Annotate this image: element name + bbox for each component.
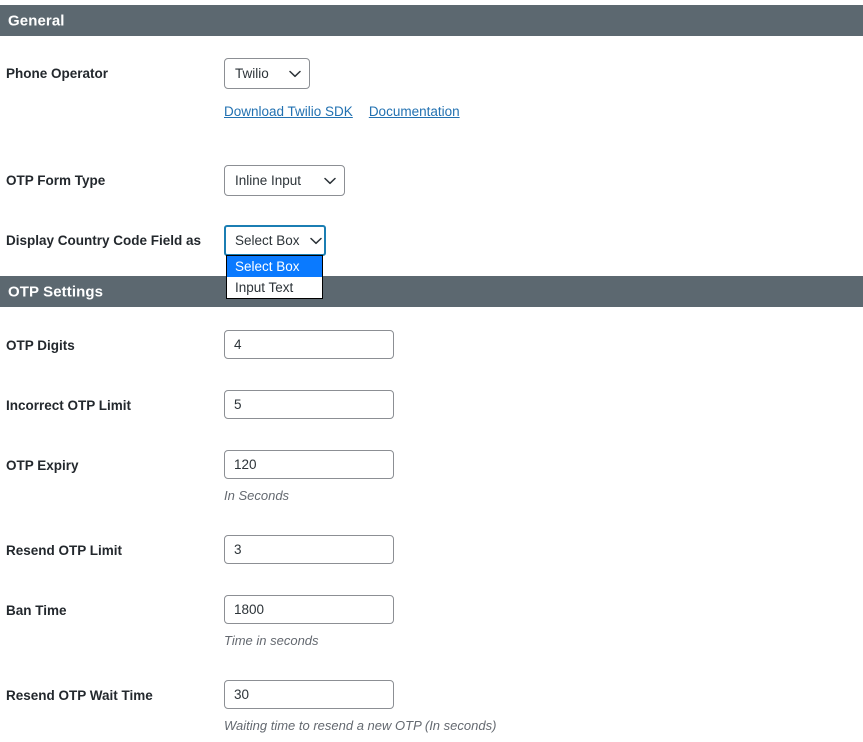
label-ban-time: Ban Time bbox=[6, 603, 67, 618]
phone-operator-select-value: Twilio bbox=[235, 66, 269, 81]
twilio-links: Download Twilio SDK Documentation bbox=[224, 104, 460, 119]
form-row-phone-operator: Phone Operator Twilio bbox=[0, 58, 863, 90]
section-header-general: General bbox=[0, 5, 863, 36]
hint-otp-expiry: In Seconds bbox=[224, 488, 290, 503]
otp-expiry-input[interactable] bbox=[224, 450, 394, 479]
option-input-text[interactable]: Input Text bbox=[227, 277, 322, 298]
form-row-otp-digits: OTP Digits bbox=[0, 330, 863, 360]
form-row-incorrect-otp-limit: Incorrect OTP Limit bbox=[0, 390, 863, 420]
label-incorrect-otp-limit: Incorrect OTP Limit bbox=[6, 398, 132, 413]
country-code-field-select-value: Select Box bbox=[235, 233, 300, 248]
form-row-otp-form-type: OTP Form Type Inline Input bbox=[0, 165, 863, 197]
chevron-down-icon bbox=[279, 70, 301, 78]
incorrect-otp-limit-input[interactable] bbox=[224, 390, 394, 419]
label-otp-form-type: OTP Form Type bbox=[6, 173, 106, 188]
link-documentation[interactable]: Documentation bbox=[369, 104, 460, 119]
hint-resend-otp-wait-time: Waiting time to resend a new OTP (In sec… bbox=[224, 718, 497, 733]
label-otp-digits: OTP Digits bbox=[6, 338, 75, 353]
label-country-code-field: Display Country Code Field as bbox=[6, 233, 202, 248]
section-header-otp-settings: OTP Settings bbox=[0, 276, 863, 307]
form-row-country-code-field: Display Country Code Field as Select Box bbox=[0, 225, 863, 257]
form-row-resend-otp-limit: Resend OTP Limit bbox=[0, 535, 863, 565]
ban-time-input[interactable] bbox=[224, 595, 394, 624]
label-resend-otp-limit: Resend OTP Limit bbox=[6, 543, 123, 558]
hint-ban-time: Time in seconds bbox=[224, 633, 319, 648]
section-title-general: General bbox=[8, 12, 65, 29]
chevron-down-icon bbox=[314, 177, 336, 185]
settings-page: General Phone Operator Twilio Download T… bbox=[0, 0, 863, 742]
resend-otp-limit-input[interactable] bbox=[224, 535, 394, 564]
form-row-ban-time: Ban Time bbox=[0, 595, 863, 625]
resend-otp-wait-time-input[interactable] bbox=[224, 680, 394, 709]
label-resend-otp-wait-time: Resend OTP Wait Time bbox=[6, 688, 153, 703]
otp-form-type-select[interactable]: Inline Input bbox=[224, 165, 345, 196]
form-row-otp-expiry: OTP Expiry bbox=[0, 450, 863, 480]
country-code-field-select[interactable]: Select Box bbox=[224, 225, 326, 256]
link-download-twilio-sdk[interactable]: Download Twilio SDK bbox=[224, 104, 353, 119]
label-otp-expiry: OTP Expiry bbox=[6, 458, 79, 473]
country-code-field-option-list[interactable]: Select Box Input Text bbox=[226, 255, 323, 299]
phone-operator-select[interactable]: Twilio bbox=[224, 58, 310, 89]
chevron-down-icon bbox=[300, 237, 322, 245]
option-select-box[interactable]: Select Box bbox=[227, 256, 322, 277]
label-phone-operator: Phone Operator bbox=[6, 66, 109, 81]
otp-digits-input[interactable] bbox=[224, 330, 394, 359]
otp-form-type-select-value: Inline Input bbox=[235, 173, 302, 188]
form-row-resend-otp-wait-time: Resend OTP Wait Time bbox=[0, 680, 863, 710]
section-title-otp-settings: OTP Settings bbox=[8, 283, 104, 300]
